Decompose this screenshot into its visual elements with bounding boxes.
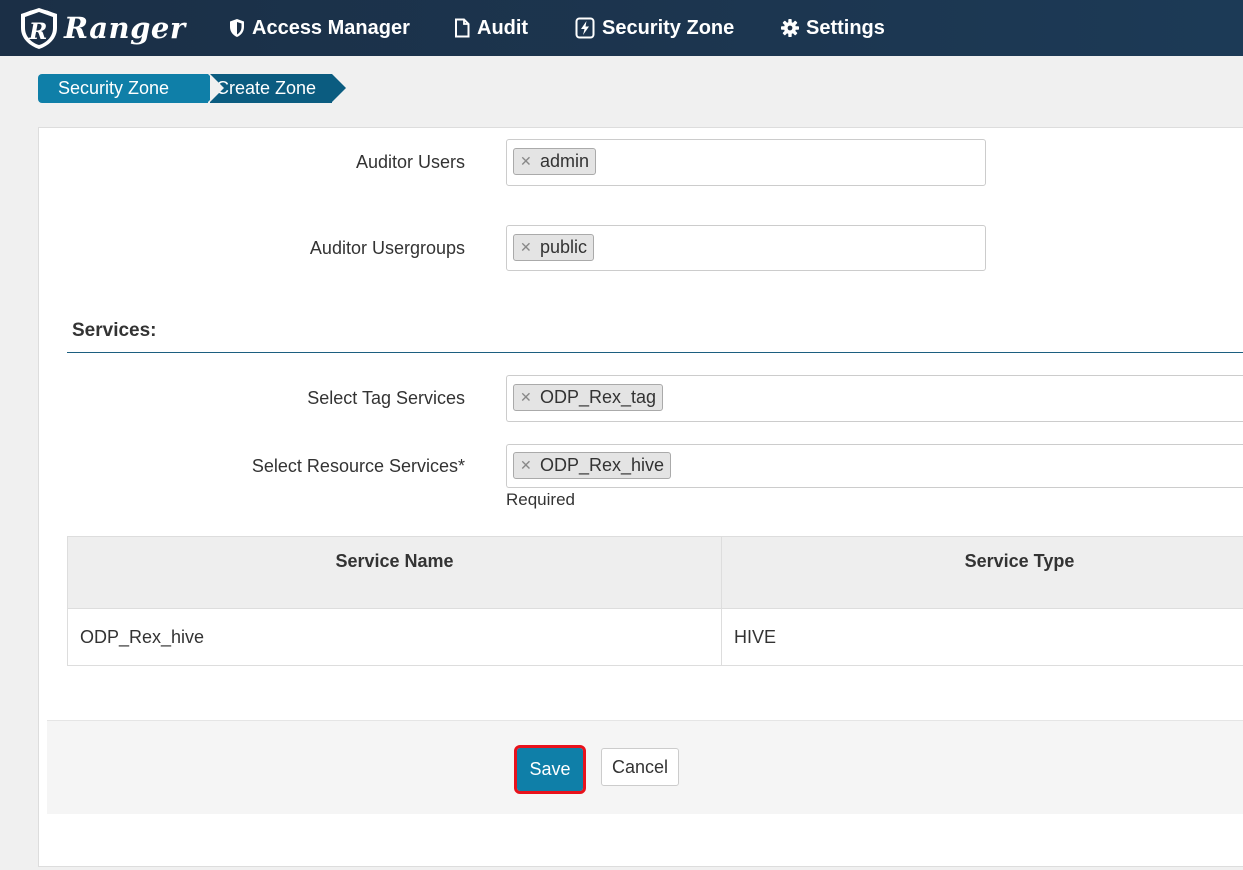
resource-services-label: Select Resource Services* (251, 456, 465, 476)
section-divider (67, 352, 1243, 353)
tag-chip: ✕ admin (513, 148, 597, 175)
tag-label: ODP_Rex_hive (540, 455, 665, 475)
top-navbar: R Ranger Access Manager Audit Security Z… (0, 0, 1243, 56)
breadcrumb-notch (210, 74, 224, 102)
brand-name: Ranger (64, 11, 186, 45)
shield-icon (230, 19, 244, 37)
save-button[interactable]: Save (514, 745, 586, 794)
remove-tag-icon[interactable]: ✕ (520, 385, 532, 410)
remove-tag-icon[interactable]: ✕ (520, 149, 532, 174)
column-header-service-type: Service Type (722, 537, 1243, 609)
svg-text:R: R (28, 19, 47, 45)
tag-services-select[interactable]: ✕ ODP_Rex_tag (506, 375, 1243, 422)
create-zone-form: Auditor Users ✕ admin Auditor Usergroups… (38, 127, 1243, 867)
nav-label: Settings (806, 16, 885, 39)
required-help-text: Required (506, 490, 575, 509)
nav-settings[interactable]: Settings (780, 0, 885, 56)
services-heading: Services: (72, 320, 157, 341)
nav-label: Audit (477, 16, 529, 39)
cancel-button[interactable]: Cancel (601, 748, 679, 786)
tag-chip: ✕ ODP_Rex_hive (513, 452, 672, 479)
auditor-usergroups-label: Auditor Usergroups (309, 238, 465, 258)
nav-label: Access Manager (252, 16, 410, 39)
tag-services-label: Select Tag Services (307, 388, 465, 408)
tag-label: public (540, 237, 588, 257)
brand[interactable]: R Ranger (18, 6, 186, 50)
auditor-users-label: Auditor Users (355, 152, 465, 172)
nav-label: Security Zone (602, 16, 735, 39)
file-icon (455, 18, 470, 38)
gear-icon (781, 19, 799, 37)
breadcrumb-create-zone: Create Zone (210, 74, 346, 103)
nav-security-zone[interactable]: Security Zone (574, 0, 734, 56)
ranger-logo-icon: R (21, 8, 57, 49)
form-actions: Save Cancel (47, 720, 1243, 814)
tag-label: ODP_Rex_tag (540, 387, 657, 407)
column-header-service-name: Service Name (68, 537, 722, 609)
tag-label: admin (540, 151, 590, 171)
tag-chip: ✕ public (513, 234, 595, 261)
services-table: Service Name Service Type ODP_Rex_hive H… (67, 536, 1243, 666)
breadcrumb-security-zone[interactable]: Security Zone (38, 74, 222, 103)
breadcrumb-arrow (332, 74, 346, 102)
nav-access-manager[interactable]: Access Manager (228, 0, 410, 56)
cell-service-name: ODP_Rex_hive (68, 609, 722, 666)
tag-chip: ✕ ODP_Rex_tag (513, 384, 664, 411)
cell-service-type: HIVE (734, 627, 777, 647)
nav-audit[interactable]: Audit (453, 0, 528, 56)
breadcrumb-label: Security Zone (58, 78, 170, 98)
auditor-users-select[interactable]: ✕ admin (506, 139, 986, 186)
remove-tag-icon[interactable]: ✕ (520, 453, 532, 478)
breadcrumb-label: Create Zone (216, 78, 317, 98)
auditor-usergroups-select[interactable]: ✕ public (506, 225, 986, 271)
remove-tag-icon[interactable]: ✕ (520, 235, 532, 260)
bolt-icon (575, 17, 595, 39)
resource-services-select[interactable]: ✕ ODP_Rex_hive (506, 444, 1243, 488)
